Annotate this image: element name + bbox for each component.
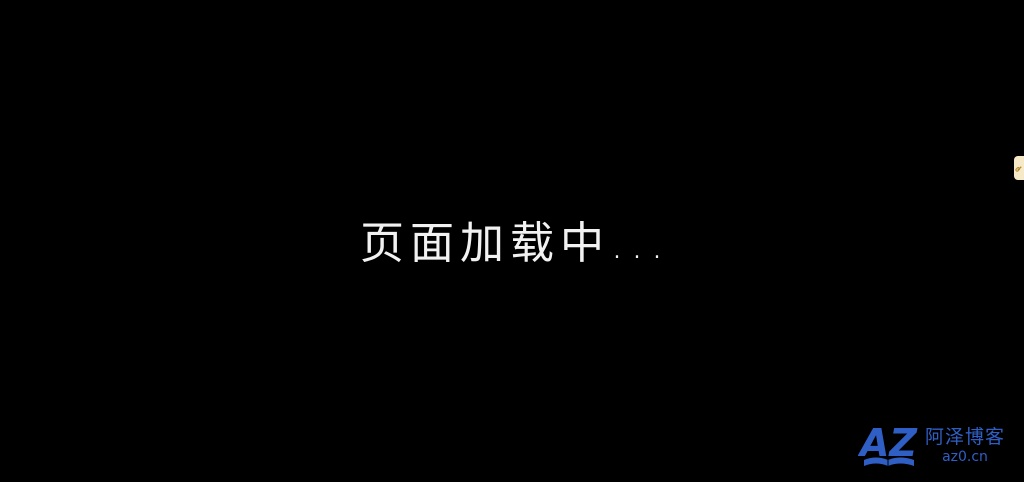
site-url: az0.cn bbox=[942, 449, 988, 465]
loading-message: 页面加载中... bbox=[360, 218, 670, 269]
link-icon bbox=[1014, 164, 1024, 173]
loading-screen: 页面加载中... AZ 阿泽博客 az0.cn bbox=[0, 0, 1024, 482]
side-floating-tab[interactable] bbox=[1014, 156, 1024, 180]
logo-letters: AZ bbox=[858, 422, 918, 465]
site-watermark: AZ 阿泽博客 az0.cn bbox=[857, 421, 1008, 470]
site-name: 阿泽博客 bbox=[924, 426, 1005, 448]
watermark-text: 阿泽博客 az0.cn bbox=[922, 426, 1008, 466]
site-logo: AZ bbox=[857, 421, 922, 470]
